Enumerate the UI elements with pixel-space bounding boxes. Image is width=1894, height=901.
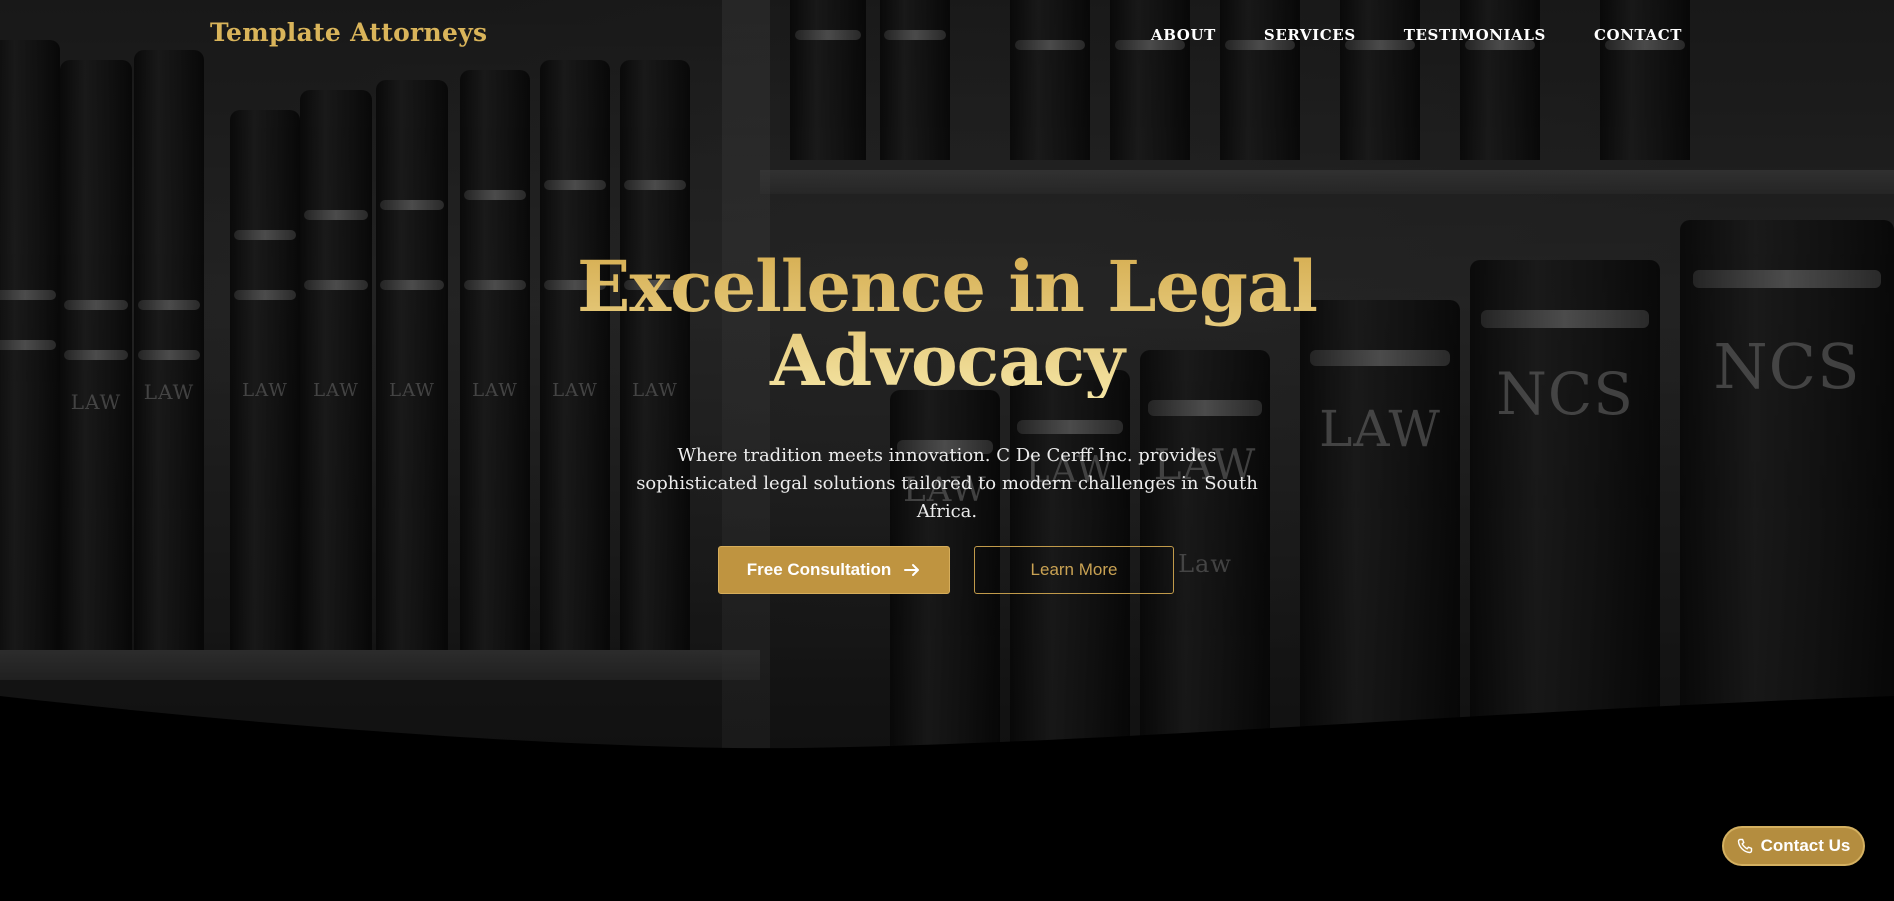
nav-testimonials[interactable]: TESTIMONIALS	[1404, 26, 1546, 44]
floating-contact-label: Contact Us	[1760, 836, 1851, 855]
hero-title: Excellence in Legal Advocacy	[0, 250, 1894, 398]
nav-contact[interactable]: CONTACT	[1594, 26, 1682, 44]
nav-about[interactable]: ABOUT	[1151, 26, 1216, 44]
landing-page: LAW LAW LAW LAW LAW LAW LAW LAW LAW LAW …	[0, 0, 1894, 901]
learn-more-button[interactable]: Learn More	[974, 546, 1174, 594]
phone-icon	[1737, 838, 1753, 854]
hero-title-line1: Excellence in Legal	[577, 245, 1317, 328]
learn-more-label: Learn More	[1030, 560, 1118, 579]
main-nav: ABOUT SERVICES TESTIMONIALS CONTACT	[1151, 26, 1682, 44]
arrow-right-icon	[903, 561, 921, 579]
free-consultation-button[interactable]: Free Consultation	[718, 546, 950, 594]
wave-divider	[0, 696, 1894, 901]
hero-subtitle: Where tradition meets innovation. C De C…	[636, 445, 1258, 522]
floating-contact-button[interactable]: Contact Us	[1722, 826, 1865, 866]
site-logo[interactable]: Template Attorneys	[210, 18, 487, 47]
free-consultation-label: Free Consultation	[746, 560, 892, 579]
hero-title-line2: Advocacy	[770, 319, 1124, 402]
nav-services[interactable]: SERVICES	[1264, 26, 1356, 44]
